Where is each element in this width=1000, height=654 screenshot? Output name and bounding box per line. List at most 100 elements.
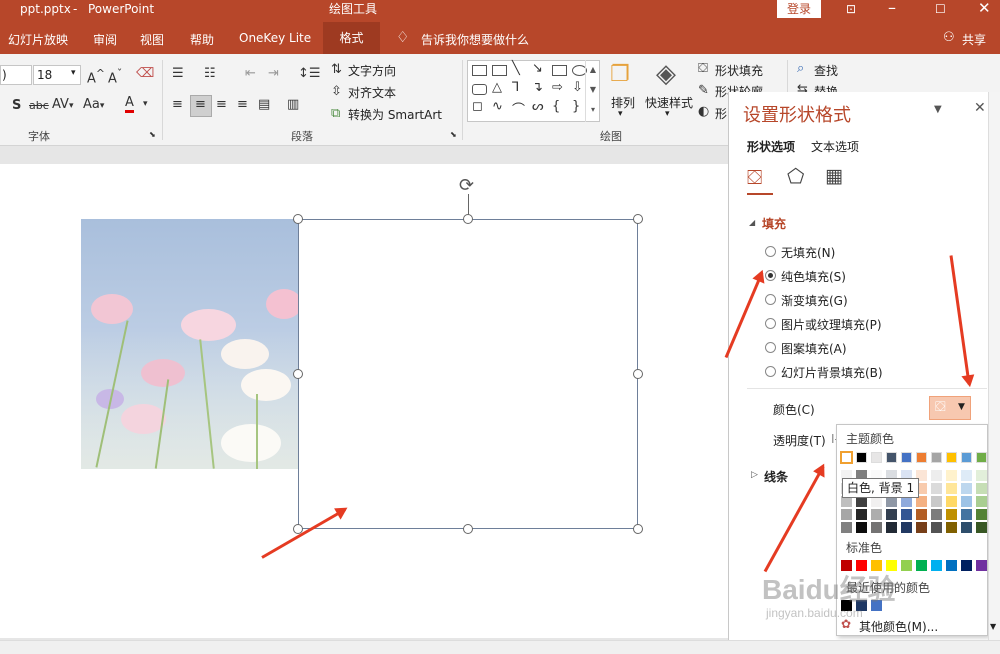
theme-shade-swatch[interactable] [976,522,987,533]
shapes-gallery[interactable]: ╲ ↘ △ ⅂ ↴ ⇨ ⇩ ◻ ∿ ⌒ ᔕ { } [467,60,600,122]
increase-indent-icon[interactable]: ⇥ [268,66,279,81]
theme-shade-swatch[interactable] [856,509,867,520]
line-spacing-icon[interactable]: ↕☰ [298,66,321,81]
numbering-icon[interactable]: ☷ [204,66,216,81]
tab-help[interactable]: 帮助 [190,31,214,48]
arrange-button[interactable]: 排列 [611,94,635,111]
theme-shade-swatch[interactable] [946,470,957,481]
size-properties-icon[interactable]: ▦ [825,165,843,187]
login-button[interactable]: 登录 [777,0,821,18]
theme-shade-swatch[interactable] [886,522,897,533]
grow-font-icon[interactable]: A^ [87,67,105,86]
theme-shade-swatch[interactable] [916,509,927,520]
theme-shade-swatch[interactable] [961,509,972,520]
shape-fill-icon[interactable]: ⛋ [698,61,708,76]
font-color-dropdown-icon[interactable]: ▾ [143,99,148,109]
theme-color-swatch[interactable] [931,452,942,463]
theme-shade-swatch[interactable] [931,522,942,533]
theme-shade-swatch[interactable] [901,509,912,520]
freeform-shape-icon[interactable]: ᔕ [532,99,544,114]
vertical-textbox-shape-icon[interactable] [492,65,507,76]
theme-shade-swatch[interactable] [976,509,987,520]
brace-shape-icon[interactable]: { [552,99,560,114]
option-pattern-fill[interactable]: 图案填充(A) [781,340,847,357]
rectangle-shape-icon[interactable] [552,65,567,76]
pane-close-icon[interactable]: ✕ [974,100,986,116]
columns-icon[interactable]: ▥ [287,97,299,112]
share-button[interactable]: 共享 [962,31,986,48]
slide[interactable]: ⟳ [0,164,728,638]
distributed-icon[interactable]: ▤ [258,97,270,112]
theme-color-swatch[interactable] [871,452,882,463]
rotation-handle-icon[interactable]: ⟳ [459,175,474,196]
theme-shade-swatch[interactable] [856,522,867,533]
tab-review[interactable]: 审阅 [93,31,117,48]
selected-rectangle-shape[interactable] [298,219,638,529]
shape-fill-button[interactable]: 形状填充 [715,62,763,79]
justify-icon[interactable]: ≡ [237,97,248,112]
resize-handle-s[interactable] [463,524,473,534]
char-spacing-icon[interactable]: AV▾ [52,97,74,112]
fill-line-icon[interactable]: ⛋ [747,165,762,189]
text-direction-button[interactable]: 文字方向 [348,62,396,79]
standard-color-swatch[interactable] [916,560,927,571]
theme-color-swatch[interactable] [961,452,972,463]
paragraph-dialog-launcher-icon[interactable]: ⬊ [450,130,457,139]
elbow-arrow-shape-icon[interactable]: ↴ [532,80,543,95]
theme-shade-swatch[interactable] [946,522,957,533]
radio-no-fill[interactable] [765,246,776,257]
theme-color-swatch[interactable] [901,452,912,463]
tab-view[interactable]: 视图 [140,31,164,48]
theme-shade-swatch[interactable] [976,496,987,507]
standard-color-swatch[interactable] [901,560,912,571]
theme-shade-swatch[interactable] [961,522,972,533]
theme-shade-swatch[interactable] [976,470,987,481]
pane-scrollbar[interactable]: ▼ [988,92,1000,640]
fill-section-header[interactable]: 填充 [762,215,786,232]
text-direction-icon[interactable]: ⇅ [331,62,342,77]
option-background-fill[interactable]: 幻灯片背景填充(B) [781,364,883,381]
font-dialog-launcher-icon[interactable]: ⬊ [149,130,156,139]
flower-picture[interactable] [81,219,298,469]
arc-shape-icon[interactable]: ⌒ [512,99,525,118]
align-text-button[interactable]: 对齐文本 [348,84,396,101]
right-arrow-shape-icon[interactable]: ⇨ [552,80,563,95]
ribbon-display-icon[interactable]: ⊡ [846,0,856,18]
radio-gradient-fill[interactable] [765,294,776,305]
align-right-icon[interactable]: ≡ [216,97,227,112]
standard-color-swatch[interactable] [946,560,957,571]
theme-shade-swatch[interactable] [961,483,972,494]
arrow-line-shape-icon[interactable]: ↘ [532,61,543,76]
font-size-box[interactable]: 18 ▾ [33,65,81,85]
convert-smartart-button[interactable]: 转换为 SmartArt [348,106,442,123]
theme-color-swatch[interactable] [916,452,927,463]
theme-shade-swatch[interactable] [931,509,942,520]
effects-icon[interactable]: ⬠ [787,164,804,188]
find-button[interactable]: 查找 [814,62,838,79]
expand-icon[interactable]: ▷ [751,470,758,480]
tab-slideshow[interactable]: 幻灯片放映 [8,31,68,48]
line-section-header[interactable]: 线条 [764,468,788,485]
option-solid-fill[interactable]: 纯色填充(S) [781,268,846,285]
resize-handle-n[interactable] [463,214,473,224]
theme-shade-swatch[interactable] [961,496,972,507]
resize-handle-ne[interactable] [633,214,643,224]
quick-styles-icon[interactable]: ◈ [656,59,676,89]
theme-shade-swatch[interactable] [901,522,912,533]
theme-shade-swatch[interactable] [931,483,942,494]
resize-handle-se[interactable] [633,524,643,534]
font-color-icon[interactable]: A [125,96,134,113]
theme-shade-swatch[interactable] [886,509,897,520]
close-brace-shape-icon[interactable]: } [572,99,580,114]
standard-color-swatch[interactable] [931,560,942,571]
rounded-rect-shape-icon[interactable] [472,84,487,95]
elbow-connector-shape-icon[interactable]: ⅂ [512,80,519,95]
tab-onekey[interactable]: OneKey Lite [239,31,311,45]
standard-color-swatch[interactable] [976,560,987,571]
radio-picture-fill[interactable] [765,318,776,329]
shape-effects-icon[interactable]: ◐ [698,104,709,119]
pane-options-icon[interactable]: ▼ [934,104,942,115]
close-icon[interactable]: ✕ [978,0,991,17]
resize-handle-w[interactable] [293,369,303,379]
tell-me-search[interactable]: 告诉我你想要做什么 [421,31,529,48]
